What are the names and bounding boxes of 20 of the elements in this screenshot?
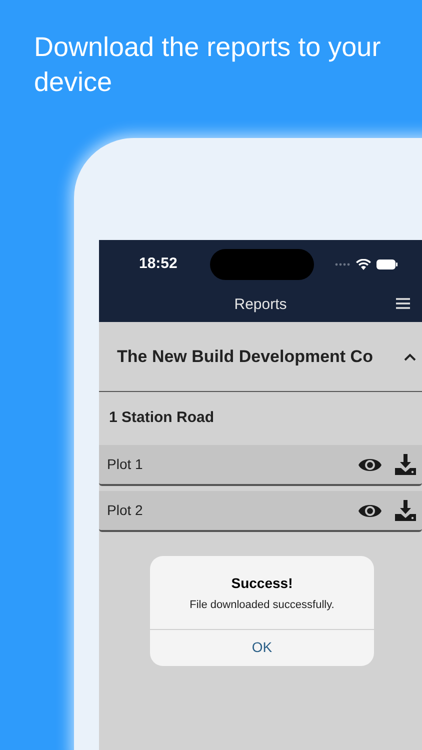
plot-label: Plot 2 — [107, 501, 143, 520]
download-icon[interactable] — [395, 500, 416, 522]
plot-row[interactable]: Plot 1 — [99, 445, 422, 486]
site-name: 1 Station Road — [109, 408, 214, 428]
headline: Download the reports to your device — [34, 31, 382, 99]
wifi-icon — [356, 258, 371, 270]
status-time: 18:52 — [139, 254, 178, 274]
plot-row[interactable]: Plot 2 — [99, 491, 422, 532]
ok-button[interactable]: OK — [150, 628, 374, 666]
download-icon[interactable] — [395, 454, 416, 476]
alert-message: File downloaded successfully. — [190, 598, 334, 613]
alert-title: Success! — [231, 574, 293, 593]
plot-label: Plot 1 — [107, 455, 143, 474]
signal-icon — [335, 262, 351, 266]
company-name: The New Build Development Co — [117, 346, 373, 368]
company-header[interactable]: The New Build Development Co — [99, 322, 422, 392]
screen-title: Reports — [234, 294, 287, 315]
chevron-up-icon[interactable] — [404, 352, 416, 360]
battery-icon — [376, 258, 398, 270]
menu-icon[interactable] — [396, 298, 410, 309]
